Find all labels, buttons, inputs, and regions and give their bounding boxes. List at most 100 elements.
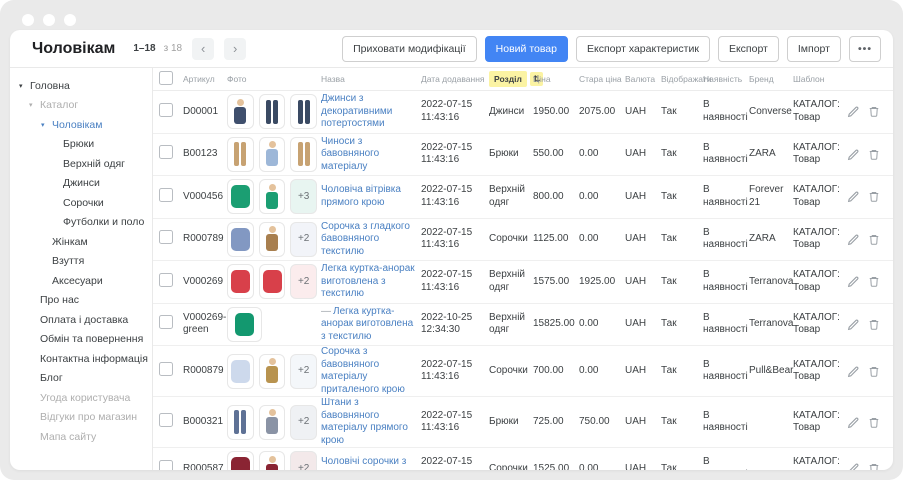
sidebar-item[interactable]: Сорочки bbox=[10, 193, 152, 213]
product-photo[interactable] bbox=[259, 451, 286, 470]
sidebar-item[interactable]: Джинси bbox=[10, 174, 152, 194]
row-checkbox[interactable] bbox=[159, 460, 173, 471]
edit-button[interactable] bbox=[847, 148, 860, 161]
select-all-checkbox[interactable] bbox=[159, 71, 173, 85]
export-features-button[interactable]: Експорт характеристик bbox=[576, 36, 710, 62]
product-name-link[interactable]: Джинси з декоративними потертостями bbox=[321, 93, 392, 129]
product-name-link[interactable]: Легка куртка-анорак виготовлена з тексти… bbox=[321, 263, 415, 299]
delete-button[interactable] bbox=[868, 105, 881, 118]
sidebar-item[interactable]: Блог bbox=[10, 369, 152, 389]
column-header: Відображати bbox=[661, 74, 703, 84]
product-photo[interactable] bbox=[227, 354, 254, 389]
sidebar-item[interactable]: ▾Чоловікам bbox=[10, 115, 152, 135]
sidebar-item[interactable]: Мапа сайту bbox=[10, 427, 152, 447]
export-button[interactable]: Експорт bbox=[718, 36, 779, 62]
product-photo[interactable] bbox=[259, 405, 286, 440]
product-photo[interactable] bbox=[227, 179, 254, 214]
product-photo[interactable] bbox=[227, 307, 262, 342]
product-photo[interactable]: +2 bbox=[290, 451, 317, 470]
more-actions-button[interactable]: ••• bbox=[849, 36, 881, 62]
delete-button[interactable] bbox=[868, 275, 881, 288]
sidebar-item[interactable]: ▾Головна bbox=[10, 76, 152, 96]
next-page-button[interactable]: › bbox=[224, 38, 246, 60]
edit-button[interactable] bbox=[847, 105, 860, 118]
sidebar-item[interactable]: Жінкам bbox=[10, 232, 152, 252]
sidebar-item[interactable]: Контактна інформація bbox=[10, 349, 152, 369]
edit-button[interactable] bbox=[847, 462, 860, 470]
row-checkbox[interactable] bbox=[159, 315, 173, 329]
product-name-link[interactable]: Сорочка з бавовняного матеріалу притален… bbox=[321, 346, 405, 395]
row-checkbox[interactable] bbox=[159, 145, 173, 159]
new-product-button[interactable]: Новий товар bbox=[485, 36, 568, 62]
delete-button[interactable] bbox=[868, 462, 881, 470]
sidebar-item-label: Про нас bbox=[40, 294, 79, 306]
product-photo[interactable] bbox=[227, 451, 254, 470]
sidebar-item[interactable]: Футболки и поло bbox=[10, 213, 152, 233]
sidebar-item[interactable]: Відгуки про магазин bbox=[10, 408, 152, 428]
chevron-down-icon: ▾ bbox=[41, 121, 52, 129]
table-row: V000456+3Чоловіча вітрівка прямого крою2… bbox=[153, 176, 893, 219]
window-dot bbox=[22, 14, 34, 26]
sidebar-item[interactable]: Обмін та повернення bbox=[10, 330, 152, 350]
product-photo[interactable] bbox=[259, 354, 286, 389]
delete-button[interactable] bbox=[868, 318, 881, 331]
product-photo[interactable] bbox=[227, 94, 254, 129]
product-photo[interactable] bbox=[259, 222, 286, 257]
row-checkbox[interactable] bbox=[159, 188, 173, 202]
sidebar-item[interactable]: Оплата і доставка bbox=[10, 310, 152, 330]
date-cell: 2022-07-15 11:43:16 bbox=[421, 269, 489, 294]
product-photo[interactable]: +2 bbox=[290, 354, 317, 389]
column-header: Стара ціна bbox=[579, 74, 625, 84]
edit-button[interactable] bbox=[847, 365, 860, 378]
import-button[interactable]: Імпорт bbox=[787, 36, 841, 62]
product-photo[interactable] bbox=[227, 405, 254, 440]
sidebar-item[interactable]: Про нас bbox=[10, 291, 152, 311]
product-name-link[interactable]: Чоловіча вітрівка прямого крою bbox=[321, 184, 401, 208]
edit-button[interactable] bbox=[847, 275, 860, 288]
row-checkbox[interactable] bbox=[159, 413, 173, 427]
column-header: Валюта bbox=[625, 74, 661, 84]
pagination: 1–18 з 18 ‹ › bbox=[133, 38, 246, 60]
product-photo[interactable] bbox=[227, 137, 254, 172]
product-photo[interactable]: +2 bbox=[290, 405, 317, 440]
row-checkbox[interactable] bbox=[159, 273, 173, 287]
product-name-link[interactable]: Чиноси з бавовняного матеріалу bbox=[321, 136, 379, 172]
delete-button[interactable] bbox=[868, 416, 881, 429]
product-photo[interactable] bbox=[259, 94, 286, 129]
sidebar-item[interactable]: ▾Каталог bbox=[10, 96, 152, 116]
edit-button[interactable] bbox=[847, 416, 860, 429]
edit-button[interactable] bbox=[847, 233, 860, 246]
edit-button[interactable] bbox=[847, 190, 860, 203]
product-photo[interactable]: +2 bbox=[290, 264, 317, 299]
product-photo[interactable] bbox=[227, 222, 254, 257]
hide-modifications-button[interactable]: Приховати модифікації bbox=[342, 36, 477, 62]
row-checkbox[interactable] bbox=[159, 230, 173, 244]
product-name-link[interactable]: Сорочка з гладкого бавовняного текстилю bbox=[321, 221, 410, 257]
product-name-link[interactable]: Чоловічі сорочки з легкого текстилю bbox=[321, 456, 406, 470]
product-photo[interactable] bbox=[290, 137, 317, 172]
sidebar-item[interactable]: Аксесуари bbox=[10, 271, 152, 291]
product-name-link[interactable]: Штани з бавовняного матеріалу прямого кр… bbox=[321, 397, 408, 446]
product-photo[interactable] bbox=[290, 94, 317, 129]
sidebar-item[interactable]: Брюки bbox=[10, 135, 152, 155]
sidebar-item[interactable]: Взуття bbox=[10, 252, 152, 272]
delete-button[interactable] bbox=[868, 190, 881, 203]
product-photo[interactable] bbox=[259, 179, 286, 214]
toolbar: Чоловікам 1–18 з 18 ‹ › Приховати модифі… bbox=[10, 30, 893, 68]
old-price-cell: 0.00 bbox=[579, 463, 625, 471]
product-name-link[interactable]: Легка куртка-анорак виготовлена з тексти… bbox=[321, 306, 413, 342]
row-checkbox[interactable] bbox=[159, 103, 173, 117]
product-photo[interactable] bbox=[259, 264, 286, 299]
prev-page-button[interactable]: ‹ bbox=[192, 38, 214, 60]
product-photo[interactable] bbox=[259, 137, 286, 172]
sidebar-item[interactable]: Верхній одяг bbox=[10, 154, 152, 174]
edit-button[interactable] bbox=[847, 318, 860, 331]
delete-button[interactable] bbox=[868, 148, 881, 161]
row-checkbox[interactable] bbox=[159, 362, 173, 376]
delete-button[interactable] bbox=[868, 365, 881, 378]
product-photo[interactable]: +2 bbox=[290, 222, 317, 257]
product-photo[interactable]: +3 bbox=[290, 179, 317, 214]
delete-button[interactable] bbox=[868, 233, 881, 246]
product-photo[interactable] bbox=[227, 264, 254, 299]
sidebar-item[interactable]: Угода користувача bbox=[10, 388, 152, 408]
